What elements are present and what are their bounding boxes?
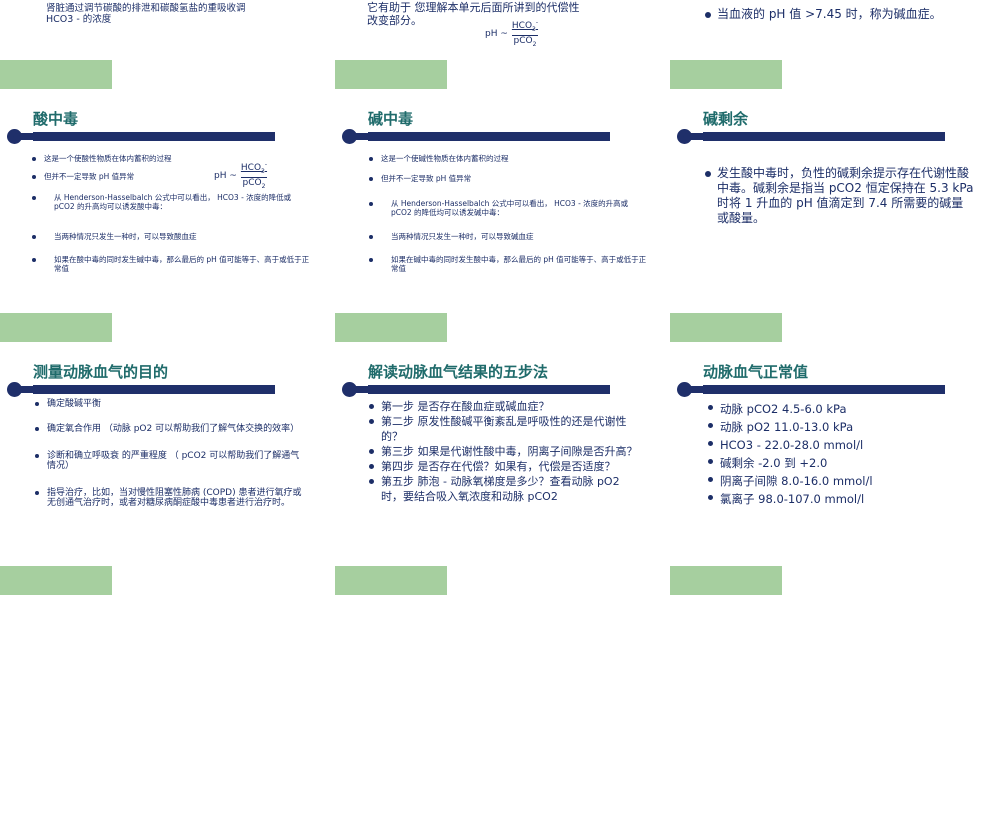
list-item: 第三步 如果是代谢性酸中毒，阴离子间隙是否升高？ — [369, 444, 643, 459]
title-bar — [683, 132, 945, 141]
list-item: 如果在酸中毒的同时发生碱中毒，那么最后的 pH 值可能等于、高于或低于正常值 — [32, 255, 314, 273]
list-item: 动脉 pO2 11.0-13.0 kPa — [708, 418, 970, 436]
list-item: 从 Henderson-Hasselbalch 公式中可以看出， HCO3 - … — [32, 193, 314, 211]
slide-title: 解读动脉血气结果的五步法 — [368, 363, 549, 381]
slide-title: 测量动脉血气的目的 — [33, 363, 169, 381]
slide-tab — [335, 60, 447, 89]
slide-title: 碱剩余 — [703, 110, 749, 128]
list-item: 当两种情况只发生一种时，可以导致碱血症 — [369, 232, 651, 241]
list-item: 但并不一定导致 pH 值异常 — [369, 174, 651, 183]
slide-five-steps: 解读动脉血气结果的五步法 第一步 是否存在酸血症或碱血症？ 第二步 原发性酸碱平… — [335, 313, 665, 560]
slide-bottom-middle — [335, 566, 665, 813]
title-bar — [683, 385, 945, 394]
bullet-list: 确定酸碱平衡 确定氧合作用 （动脉 pO2 可以帮助我们了解气体交换的效率） 诊… — [35, 399, 305, 508]
slide-top-right: 当血液的 pH 值 >7.45 时，称为碱血症。 — [670, 0, 1000, 60]
slide-title: 酸中毒 — [33, 110, 79, 128]
list-item: 当两种情况只发生一种时，可以导致酸血症 — [32, 232, 314, 241]
slide-top-middle: 它有助于 您理解本单元后面所讲到的代偿性 改变部分。 pH ~ HCO3- pC… — [335, 0, 665, 60]
slide-tab — [670, 313, 782, 342]
slide-top-left: 肾脏通过调节碳酸的排泄和碳酸氢盐的重吸收调 HCO3 - 的浓度 — [0, 0, 330, 60]
list-item: 第二步 原发性酸碱平衡紊乱是呼吸性的还是代谢性的？ — [369, 414, 643, 444]
slide-text-line: HCO3 - 的浓度 — [46, 14, 112, 25]
slide-alkalosis: 碱中毒 这是一个使碱性物质在体内蓄积的过程 但并不一定导致 pH 值异常 从 H… — [335, 60, 665, 307]
henderson-formula: pH ~ HCO3- pCO2 — [214, 161, 268, 190]
slide-tab — [335, 313, 447, 342]
list-item: 指导治疗，比如，当对慢性阻塞性肺病 (COPD) 患者进行氧疗或无创通气治疗时，… — [35, 488, 305, 508]
slide-abg-purpose: 测量动脉血气的目的 确定酸碱平衡 确定氧合作用 （动脉 pO2 可以帮助我们了解… — [0, 313, 330, 560]
list-item: 氯离子 98.0-107.0 mmol/l — [708, 490, 970, 508]
list-item: 确定酸碱平衡 — [35, 399, 305, 409]
bullet-list: 第一步 是否存在酸血症或碱血症？ 第二步 原发性酸碱平衡紊乱是呼吸性的还是代谢性… — [369, 399, 643, 504]
list-item: 发生酸中毒时，负性的碱剩余提示存在代谢性酸中毒。碱剩余是指当 pCO2 恒定保持… — [705, 166, 974, 225]
bullet-list: 发生酸中毒时，负性的碱剩余提示存在代谢性酸中毒。碱剩余是指当 pCO2 恒定保持… — [705, 166, 975, 226]
list-item: 阴离子间隙 8.0-16.0 mmol/l — [708, 472, 970, 490]
title-bar — [348, 132, 610, 141]
list-item: 这是一个使酸性物质在体内蓄积的过程 — [32, 154, 314, 163]
bullet-list: 当血液的 pH 值 >7.45 时，称为碱血症。 — [705, 7, 987, 22]
slide-tab — [670, 566, 782, 595]
list-item: 从 Henderson-Hasselbalch 公式中可以看出， HCO3 - … — [369, 199, 651, 217]
list-item: 第四步 是否存在代偿？如果有，代偿是否适度？ — [369, 459, 643, 474]
henderson-formula: pH ~ HCO3- pCO2 — [485, 19, 539, 48]
slide-bottom-right — [670, 566, 1000, 813]
slide-tab — [335, 566, 447, 595]
slide-tab — [0, 313, 112, 342]
bullet-list: 这是一个使酸性物质在体内蓄积的过程 但并不一定导致 pH 值异常 从 Hende… — [32, 154, 314, 273]
title-bar — [348, 385, 610, 394]
list-item: 第五步 肺泡 - 动脉氧梯度是多少？查看动脉 pO2 时，要结合吸入氧浓度和动脉… — [369, 474, 643, 504]
slide-acidosis: 酸中毒 这是一个使酸性物质在体内蓄积的过程 但并不一定导致 pH 值异常 从 H… — [0, 60, 330, 307]
slide-title: 动脉血气正常值 — [703, 363, 809, 381]
slide-title: 碱中毒 — [368, 110, 414, 128]
slide-tab — [0, 60, 112, 89]
list-item: 碱剩余 -2.0 到 +2.0 — [708, 454, 970, 472]
list-item: 当血液的 pH 值 >7.45 时，称为碱血症。 — [705, 7, 987, 22]
list-item: 诊断和确立呼吸衰 的严重程度 （ pCO2 可以帮助我们了解通气情况） — [35, 451, 305, 471]
list-item: HCO3 - 22.0-28.0 mmol/l — [708, 436, 970, 454]
bullet-list: 动脉 pCO2 4.5-6.0 kPa 动脉 pO2 11.0-13.0 kPa… — [708, 400, 970, 508]
list-item: 但并不一定导致 pH 值异常 — [32, 172, 314, 181]
list-item: 这是一个使碱性物质在体内蓄积的过程 — [369, 154, 651, 163]
slide-abg-normal-values: 动脉血气正常值 动脉 pCO2 4.5-6.0 kPa 动脉 pO2 11.0-… — [670, 313, 1000, 560]
slide-tab — [670, 60, 782, 89]
slide-tab — [0, 566, 112, 595]
list-item: 如果在碱中毒的同时发生酸中毒，那么最后的 pH 值可能等于、高于或低于正常值 — [369, 255, 651, 273]
title-bar — [13, 132, 275, 141]
list-item: 第一步 是否存在酸血症或碱血症？ — [369, 399, 643, 414]
slide-text-line: 改变部分。 — [367, 14, 422, 27]
list-item: 确定氧合作用 （动脉 pO2 可以帮助我们了解气体交换的效率） — [35, 424, 305, 434]
list-item: 动脉 pCO2 4.5-6.0 kPa — [708, 400, 970, 418]
bullet-list: 这是一个使碱性物质在体内蓄积的过程 但并不一定导致 pH 值异常 从 Hende… — [369, 154, 651, 273]
slide-base-excess: 碱剩余 发生酸中毒时，负性的碱剩余提示存在代谢性酸中毒。碱剩余是指当 pCO2 … — [670, 60, 1000, 307]
title-bar — [13, 385, 275, 394]
slide-bottom-left — [0, 566, 330, 813]
